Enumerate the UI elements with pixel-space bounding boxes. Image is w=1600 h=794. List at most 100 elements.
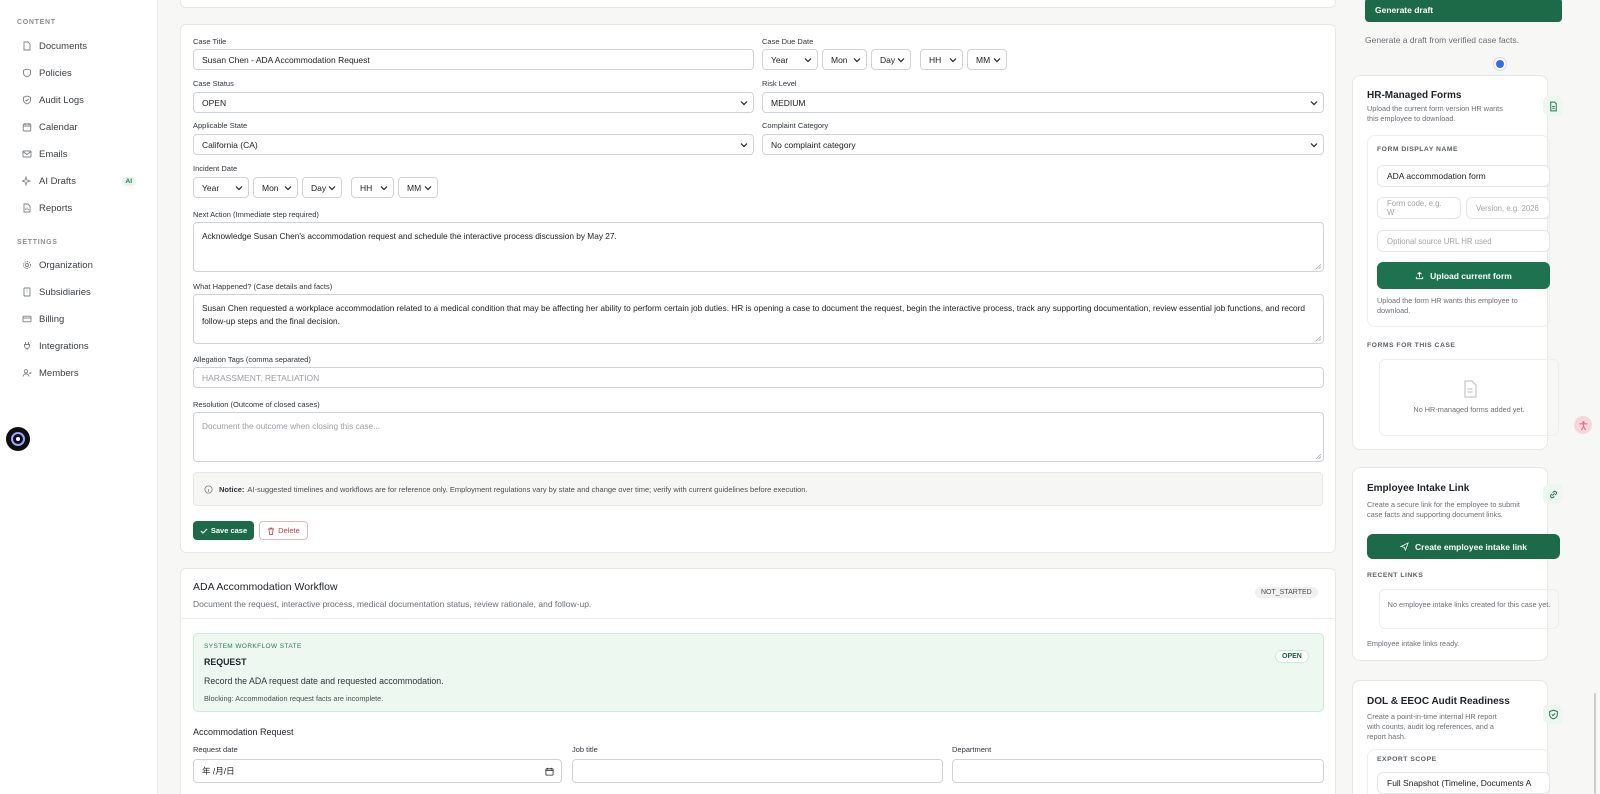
applicable-state-select[interactable]: California (CA) (193, 134, 754, 155)
chevron-down-icon (328, 186, 336, 191)
incident-minute-select[interactable]: MM (398, 177, 438, 198)
sidebar-item-policies[interactable]: Policies (22, 63, 142, 83)
resolution-placeholder: Document the outcome when closing this c… (202, 421, 381, 431)
mail-icon (22, 149, 32, 159)
complaint-category-label: Complaint Category (762, 121, 829, 130)
department-input[interactable] (952, 759, 1324, 783)
export-scope-select[interactable]: Full Snapshot (Timeline, Documents A (1377, 772, 1550, 794)
resize-grip-icon[interactable] (1315, 263, 1321, 269)
due-year-select[interactable]: Year (762, 49, 818, 70)
sidebar-item-label: Integrations (39, 340, 89, 352)
applicable-state-value: California (CA) (202, 139, 258, 150)
sidebar-item-members[interactable]: Members (22, 363, 142, 383)
send-icon (1400, 542, 1409, 551)
request-date-input[interactable]: 年 /月/日 (193, 759, 562, 783)
document-icon (22, 41, 32, 51)
department-label: Department (952, 745, 992, 754)
due-day-value: Day (880, 54, 896, 65)
due-month-select[interactable]: Mon (822, 49, 867, 70)
form-version-input[interactable]: Version, e.g. 2026 (1466, 197, 1550, 219)
form-source-url-input[interactable]: Optional source URL HR used (1377, 230, 1550, 252)
case-status-value: OPEN (202, 97, 227, 108)
generate-draft-subtitle: Generate a draft from verified case fact… (1365, 35, 1520, 45)
notice-title: Notice: (219, 484, 245, 494)
case-status-select[interactable]: OPEN (193, 92, 754, 113)
sidebar-item-label: Policies (39, 67, 72, 79)
sidebar-item-calendar[interactable]: Calendar (22, 117, 142, 137)
case-forms-empty-text: No HR-managed forms added yet. (1413, 405, 1525, 414)
what-happened-textarea[interactable]: Susan Chen requested a workplace accommo… (193, 294, 1324, 344)
card-icon (22, 314, 32, 324)
accessibility-button[interactable] (1574, 416, 1592, 434)
next-action-textarea[interactable]: Acknowledge Susan Chen's accommodation r… (193, 222, 1324, 272)
chevron-down-icon (949, 58, 957, 63)
sidebar-item-integrations[interactable]: Integrations (22, 336, 142, 356)
scrollbar-thumb[interactable] (1594, 693, 1596, 794)
sidebar-item-label: AI Drafts (39, 175, 76, 187)
incident-month-select[interactable]: Mon (253, 177, 298, 198)
link-icon (1543, 484, 1563, 504)
sidebar-item-ai-drafts[interactable]: AI Drafts AI (22, 171, 142, 191)
audit-readiness-title: DOL & EEOC Audit Readiness (1367, 696, 1510, 707)
request-date-label: Request date (193, 745, 238, 754)
case-title-input[interactable]: Susan Chen - ADA Accommodation Request (193, 49, 754, 70)
upload-current-form-button[interactable]: Upload current form (1377, 262, 1550, 289)
save-case-button[interactable]: Save case (193, 521, 254, 540)
notice-text: AI-suggested timelines and workflows are… (247, 484, 808, 494)
sidebar-item-billing[interactable]: Billing (22, 309, 142, 329)
allegation-tags-input[interactable]: HARASSMENT, RETALIATION (193, 367, 1324, 388)
accommodation-request-title: Accommodation Request (193, 727, 294, 737)
sidebar-item-audit-logs[interactable]: Audit Logs (22, 90, 142, 110)
sparkles-icon (22, 176, 32, 186)
generate-draft-label: Generate draft (1375, 5, 1434, 15)
sidebar-item-emails[interactable]: Emails (22, 144, 142, 164)
sidebar-item-label: Members (39, 367, 79, 379)
incident-day-value: Day (311, 182, 327, 193)
recent-links-empty-text: No employee intake links created for thi… (1387, 600, 1551, 609)
top-card-edge (180, 0, 1336, 8)
sync-indicator-icon (1494, 58, 1506, 70)
calendar-icon (22, 122, 32, 132)
due-day-select[interactable]: Day (871, 49, 911, 70)
form-display-name-input[interactable]: ADA accommodation form (1377, 165, 1550, 187)
sidebar-item-label: Subsidiaries (39, 286, 91, 298)
document-icon (1543, 96, 1563, 116)
resolution-textarea[interactable]: Document the outcome when closing this c… (193, 412, 1324, 462)
complaint-category-select[interactable]: No complaint category (762, 134, 1324, 155)
trash-icon (268, 527, 275, 535)
incident-hour-value: HH (360, 182, 373, 193)
chevron-down-icon (853, 58, 861, 63)
sidebar-item-subsidiaries[interactable]: Subsidiaries (22, 282, 142, 302)
sidebar-item-organization[interactable]: Organization (22, 255, 142, 275)
recent-links-caption: RECENT LINKS (1367, 572, 1424, 579)
resize-grip-icon[interactable] (1315, 453, 1321, 459)
due-minute-select[interactable]: MM (967, 49, 1007, 70)
gear-icon (22, 260, 32, 270)
chevron-down-icon (740, 101, 748, 106)
what-happened-label: What Happened? (Case details and facts) (193, 282, 333, 291)
due-hour-select[interactable]: HH (920, 49, 963, 70)
sidebar-item-documents[interactable]: Documents (22, 36, 142, 56)
create-intake-link-button[interactable]: Create employee intake link (1367, 534, 1560, 559)
risk-level-select[interactable]: MEDIUM (762, 92, 1324, 113)
sidebar-item-reports[interactable]: Reports (22, 198, 142, 218)
sidebar-item-label: Reports (39, 202, 73, 214)
delete-case-button[interactable]: Delete (259, 521, 308, 540)
create-intake-link-label: Create employee intake link (1415, 541, 1527, 552)
shield-check-icon (1543, 704, 1563, 724)
incident-day-select[interactable]: Day (302, 177, 342, 198)
incident-year-select[interactable]: Year (193, 177, 249, 198)
assistant-launcher-button[interactable] (6, 427, 30, 451)
resize-grip-icon[interactable] (1315, 335, 1321, 341)
audit-readiness-subtitle: Create a point-in-time internal HR repor… (1367, 712, 1497, 741)
calendar-icon[interactable] (545, 767, 554, 776)
generate-draft-button[interactable]: Generate draft (1365, 0, 1562, 22)
workflow-state-description: Record the ADA request date and requeste… (204, 676, 444, 686)
job-title-input[interactable] (572, 759, 943, 783)
incident-hour-select[interactable]: HH (351, 177, 394, 198)
info-icon (204, 484, 213, 494)
incident-month-value: Mon (262, 182, 279, 193)
form-code-input[interactable]: Form code, e.g. W (1377, 197, 1461, 219)
hr-forms-title: HR-Managed Forms (1367, 90, 1462, 101)
applicable-state-label: Applicable State (193, 121, 248, 130)
